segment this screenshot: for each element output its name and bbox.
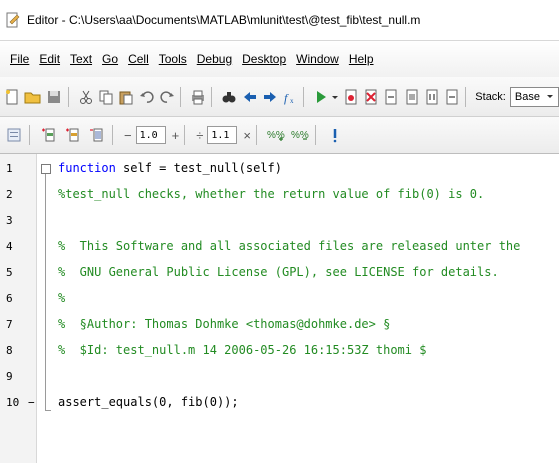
line-number: 2: [6, 187, 13, 201]
menu-desktop[interactable]: Desktop: [242, 52, 286, 66]
save-icon[interactable]: [46, 87, 62, 107]
multiply-button[interactable]: ×: [243, 128, 251, 143]
cell-toolbar: − 1.0 + ÷ 1.1 × %% %%: [0, 117, 559, 154]
window-title: Editor - C:\Users\aa\Documents\MATLAB\ml…: [27, 13, 421, 27]
svg-text:f: f: [284, 91, 289, 105]
code-line[interactable]: 5 % GNU General Public License (GPL), se…: [0, 259, 559, 285]
increment-value-field[interactable]: 1.0: [135, 126, 166, 144]
chevron-down-icon: [546, 91, 554, 103]
step-icon[interactable]: [383, 87, 399, 107]
step-out-icon[interactable]: [424, 87, 440, 107]
line-number: 10: [6, 395, 20, 409]
title-bar: Editor - C:\Users\aa\Documents\MATLAB\ml…: [0, 0, 559, 40]
code-line[interactable]: 4 % This Software and all associated fil…: [0, 233, 559, 259]
menu-bar: File Edit Text Go Cell Tools Debug Deskt…: [0, 40, 559, 78]
code-text: assert_equals(0, fib(0));: [58, 395, 239, 409]
function-browser-icon[interactable]: fx: [282, 87, 298, 107]
redo-icon[interactable]: [159, 87, 175, 107]
toolbar-separator: [255, 125, 257, 145]
menu-edit[interactable]: Edit: [39, 52, 60, 66]
toolbar-separator: [314, 125, 316, 145]
code-comment: % This Software and all associated files…: [58, 239, 521, 253]
main-toolbar: fx Stack: Base: [0, 77, 559, 117]
code-line[interactable]: 9: [0, 363, 559, 389]
code-editor[interactable]: 1 function self = test_null(self) 2 %tes…: [0, 154, 559, 463]
evaluate-file-icon[interactable]: [87, 125, 107, 145]
line-number: 6: [6, 291, 13, 305]
undo-icon[interactable]: [138, 87, 154, 107]
code-line[interactable]: 2 %test_null checks, whether the return …: [0, 181, 559, 207]
code-line[interactable]: 8 % $Id: test_null.m 14 2006-05-26 16:15…: [0, 337, 559, 363]
code-comment: % GNU General Public License (GPL), see …: [58, 265, 499, 279]
toolbar-separator: [67, 86, 69, 107]
menu-file[interactable]: File: [10, 52, 29, 66]
code-comment: % $Id: test_null.m 14 2006-05-26 16:15:5…: [58, 343, 427, 357]
line-number: 1: [6, 161, 13, 175]
scale-value-field[interactable]: 1.1: [207, 126, 238, 144]
code-line[interactable]: 6 %: [0, 285, 559, 311]
exit-debug-icon[interactable]: [444, 87, 460, 107]
evaluate-cell-advance-icon[interactable]: [63, 125, 83, 145]
toolbar-separator: [29, 125, 30, 145]
toolbar-separator: [211, 86, 213, 107]
run-icon[interactable]: [313, 87, 329, 107]
code-line[interactable]: 7 % §Author: Thomas Dohmke <thomas@dohmk…: [0, 311, 559, 337]
menu-cell[interactable]: Cell: [128, 52, 149, 66]
run-dropdown-icon[interactable]: [331, 87, 339, 107]
code-comment: %: [58, 291, 66, 305]
back-arrow-icon[interactable]: [241, 87, 257, 107]
show-cell-titles-icon[interactable]: [325, 125, 345, 145]
toolbar-separator: [112, 125, 113, 145]
set-breakpoint-icon[interactable]: [343, 87, 359, 107]
toolbar-separator: [184, 125, 186, 145]
menu-tools[interactable]: Tools: [159, 52, 187, 66]
code-comment: %test_null checks, whether the return va…: [58, 187, 485, 201]
menu-window[interactable]: Window: [296, 52, 339, 66]
executable-line-marker[interactable]: −: [28, 396, 35, 409]
stack-select-value: Base: [514, 90, 540, 103]
toolbar-separator: [303, 86, 305, 107]
open-folder-icon[interactable]: [24, 87, 42, 107]
code-line[interactable]: 3: [0, 207, 559, 233]
editor-document-icon: [5, 12, 21, 28]
code-text: function self = test_null(self): [58, 161, 282, 175]
paste-icon[interactable]: [118, 87, 134, 107]
cut-icon[interactable]: [77, 87, 93, 107]
forward-arrow-icon[interactable]: [262, 87, 278, 107]
toolbar-separator: [465, 86, 467, 107]
step-in-icon[interactable]: [404, 87, 420, 107]
keyword-function: function: [58, 161, 116, 175]
line-number: 7: [6, 317, 13, 331]
line-number: 9: [6, 369, 13, 383]
clear-breakpoints-icon[interactable]: [363, 87, 379, 107]
toolbar-separator: [180, 86, 181, 107]
line-number: 8: [6, 343, 13, 357]
code-text-rest: self = test_null(self): [115, 161, 282, 175]
increment-button[interactable]: +: [172, 128, 180, 143]
menu-go[interactable]: Go: [102, 52, 118, 66]
evaluate-cell-icon[interactable]: [39, 125, 59, 145]
remove-cell-divider-icon[interactable]: %%: [290, 125, 310, 145]
svg-text:x: x: [290, 97, 294, 105]
decrement-button[interactable]: −: [124, 128, 132, 143]
divide-button[interactable]: ÷: [196, 128, 203, 143]
stack-select[interactable]: Base: [509, 86, 559, 107]
line-number: 3: [6, 213, 13, 227]
code-line[interactable]: 10 − assert_equals(0, fib(0));: [0, 389, 559, 415]
code-line[interactable]: 1 function self = test_null(self): [0, 155, 559, 181]
code-comment: % §Author: Thomas Dohmke <thomas@dohmke.…: [58, 317, 391, 331]
menu-help[interactable]: Help: [349, 52, 374, 66]
stack-label: Stack:: [475, 90, 506, 103]
line-number: 5: [6, 265, 13, 279]
insert-cell-divider-icon[interactable]: %%: [266, 125, 286, 145]
print-icon[interactable]: [190, 87, 206, 107]
menu-text[interactable]: Text: [70, 52, 92, 66]
line-number: 4: [6, 239, 13, 253]
new-file-icon[interactable]: [4, 87, 20, 107]
copy-icon[interactable]: [98, 87, 114, 107]
enable-cell-mode-icon[interactable]: [4, 125, 24, 145]
menu-debug[interactable]: Debug: [197, 52, 232, 66]
find-icon[interactable]: [221, 87, 237, 107]
